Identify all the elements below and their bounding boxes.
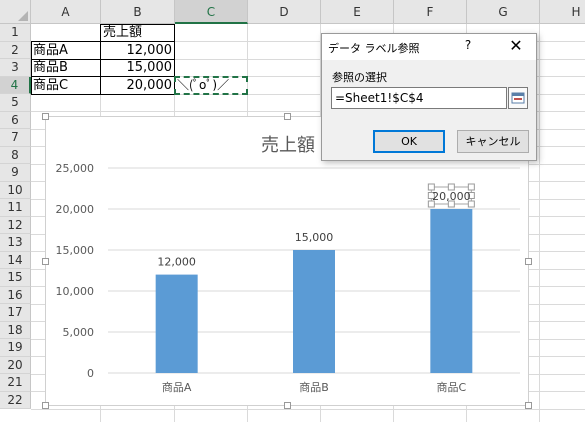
data-label-reference-dialog: データ ラベル参照 ? ✕ 参照の選択 OK キャンセル	[321, 33, 537, 161]
column-header-h[interactable]: H	[540, 0, 585, 24]
y-tick-label: 10,000	[56, 285, 95, 298]
spreadsheet: A B C D E F G H 1 2 3 4 5 6 7 8 9 10 11 …	[0, 0, 585, 422]
range-select-icon	[511, 92, 525, 104]
resize-handle-bottom-left[interactable]	[42, 402, 49, 409]
y-tick-label: 15,000	[56, 244, 95, 257]
cell-b1[interactable]: 売上額	[101, 24, 174, 41]
close-button[interactable]: ✕	[505, 36, 527, 56]
ok-button[interactable]: OK	[373, 130, 445, 153]
data-label: 12,000	[157, 256, 196, 269]
dialog-titlebar[interactable]: データ ラベル参照 ? ✕	[322, 34, 536, 60]
column-header-e[interactable]: E	[321, 0, 394, 24]
cell-a3[interactable]: 商品B	[31, 59, 100, 76]
cell-a4[interactable]: 商品C	[31, 76, 100, 94]
cell-a2[interactable]: 商品A	[31, 41, 100, 59]
cell-b2[interactable]: 12,000	[101, 41, 174, 59]
category-label: 商品C	[436, 380, 466, 394]
column-header-a[interactable]: A	[31, 0, 101, 24]
row-header-3[interactable]: 3	[0, 59, 31, 77]
select-all-corner[interactable]	[0, 0, 31, 24]
y-tick-label: 25,000	[56, 162, 95, 175]
resize-handle-bottom-right[interactable]	[525, 402, 532, 409]
y-tick-label: 20,000	[56, 203, 95, 216]
cell-b4[interactable]: 20,000	[101, 76, 174, 94]
cancel-button[interactable]: キャンセル	[457, 130, 529, 153]
dialog-title: データ ラベル参照	[328, 42, 420, 55]
reference-label: 参照の選択	[332, 71, 387, 84]
bar	[155, 274, 198, 373]
resize-handle-right[interactable]	[525, 258, 532, 265]
category-label: 商品B	[299, 380, 329, 394]
column-header-c[interactable]: C	[175, 0, 248, 24]
category-label: 商品A	[162, 380, 192, 394]
data-label: 20,000	[432, 190, 471, 203]
row-header-4[interactable]: 4	[0, 76, 31, 94]
row-header-12[interactable]: 12	[0, 216, 31, 234]
collapse-dialog-button[interactable]	[508, 87, 528, 109]
column-header-g[interactable]: G	[467, 0, 540, 24]
column-header-d[interactable]: D	[248, 0, 321, 24]
row-header-18[interactable]: 18	[0, 321, 31, 339]
row-header-15[interactable]: 15	[0, 269, 31, 287]
row-header-19[interactable]: 19	[0, 339, 31, 357]
resize-handle-top[interactable]	[284, 113, 291, 120]
row-header-14[interactable]: 14	[0, 251, 31, 269]
row-header-5[interactable]: 5	[0, 94, 31, 112]
row-header-7[interactable]: 7	[0, 129, 31, 147]
row-header-20[interactable]: 20	[0, 356, 31, 374]
bar	[430, 209, 473, 373]
resize-handle-left[interactable]	[42, 258, 49, 265]
data-label: 15,000	[295, 231, 334, 244]
row-header-10[interactable]: 10	[0, 181, 31, 199]
copy-marquee	[174, 75, 248, 95]
column-headers: A B C D E F G H	[31, 0, 585, 24]
row-header-2[interactable]: 2	[0, 41, 31, 59]
select-all-triangle-icon	[18, 11, 28, 21]
row-header-22[interactable]: 22	[0, 391, 31, 409]
column-header-f[interactable]: F	[394, 0, 467, 24]
row-header-21[interactable]: 21	[0, 374, 31, 392]
resize-handle-bottom[interactable]	[284, 402, 291, 409]
row-header-8[interactable]: 8	[0, 146, 31, 164]
row-header-13[interactable]: 13	[0, 234, 31, 252]
help-button[interactable]: ?	[461, 38, 475, 52]
y-tick-label: 0	[87, 367, 94, 380]
row-header-9[interactable]: 9	[0, 164, 31, 182]
row-header-16[interactable]: 16	[0, 286, 31, 304]
resize-handle-top-left[interactable]	[42, 113, 49, 120]
cell-b3[interactable]: 15,000	[101, 59, 174, 76]
y-tick-label: 5,000	[63, 326, 95, 339]
column-header-b[interactable]: B	[101, 0, 175, 24]
reference-input[interactable]	[331, 87, 507, 109]
row-header-6[interactable]: 6	[0, 111, 31, 129]
row-header-1[interactable]: 1	[0, 24, 31, 42]
row-header-11[interactable]: 11	[0, 199, 31, 217]
row-header-17[interactable]: 17	[0, 304, 31, 322]
bar	[293, 250, 335, 373]
